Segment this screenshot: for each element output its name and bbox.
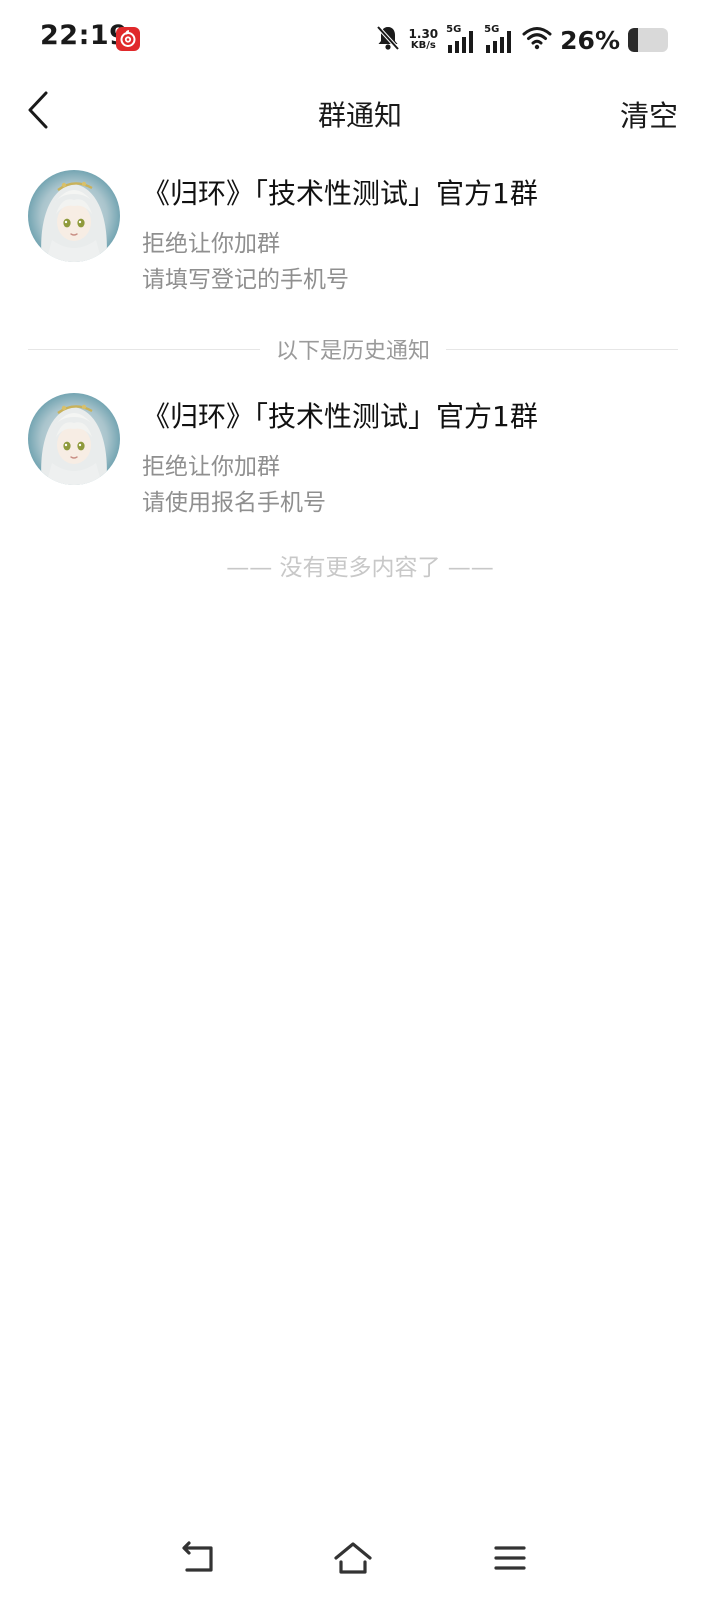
wifi-icon [522, 25, 552, 55]
history-divider-label: 以下是历史通知 [276, 339, 431, 364]
notification-status: 拒绝让你加群 [142, 454, 280, 480]
navigation-bar [0, 1520, 720, 1600]
signal-icon: 5G [484, 25, 514, 55]
network-speed-value: 1.30 [408, 27, 439, 41]
back-nav-icon [177, 1540, 217, 1580]
group-name[interactable]: 《归环》「技术性测试」官方1群 [142, 395, 538, 435]
page-title: 群通知 [317, 99, 402, 132]
battery-percentage: 26% [560, 25, 620, 55]
end-of-list-text: —— 没有更多内容了 —— [226, 555, 494, 581]
status-indicators: 1.30 KB/s 5G 5G 26% [375, 22, 668, 58]
nav-menu-button[interactable] [488, 1540, 532, 1580]
signal-icon: 5G [446, 25, 476, 55]
clear-button[interactable]: 清空 [620, 93, 678, 135]
bell-muted-icon [375, 24, 401, 56]
network-speed: 1.30 KB/s [409, 28, 439, 52]
battery-level-fill [628, 28, 639, 52]
nav-home-button[interactable] [331, 1540, 375, 1580]
battery-icon [628, 28, 668, 52]
group-avatar[interactable] [28, 393, 120, 485]
netease-music-icon [116, 27, 140, 51]
notification-status: 拒绝让你加群 [142, 231, 280, 257]
notification-message: 请填写登记的手机号 [142, 267, 349, 293]
divider-line [28, 348, 260, 350]
group-name[interactable]: 《归环》「技术性测试」官方1群 [142, 172, 538, 212]
network-speed-unit: KB/s [410, 40, 436, 51]
menu-icon [493, 1543, 527, 1577]
notification-item[interactable]: 《归环》「技术性测试」官方1群 拒绝让你加群 请填写登记的手机号 [0, 170, 720, 293]
title-bar: 群通知 清空 [0, 80, 720, 144]
notification-message: 请使用报名手机号 [142, 490, 326, 516]
status-bar: 22:19 1.30 KB/s 5G 5G 26% [0, 0, 720, 80]
nav-back-button[interactable] [175, 1540, 219, 1580]
notification-item[interactable]: 《归环》「技术性测试」官方1群 拒绝让你加群 请使用报名手机号 [0, 393, 720, 516]
history-divider: 以下是历史通知 [28, 334, 679, 364]
group-avatar[interactable] [28, 170, 120, 262]
home-icon [332, 1540, 374, 1580]
divider-line [446, 348, 679, 350]
